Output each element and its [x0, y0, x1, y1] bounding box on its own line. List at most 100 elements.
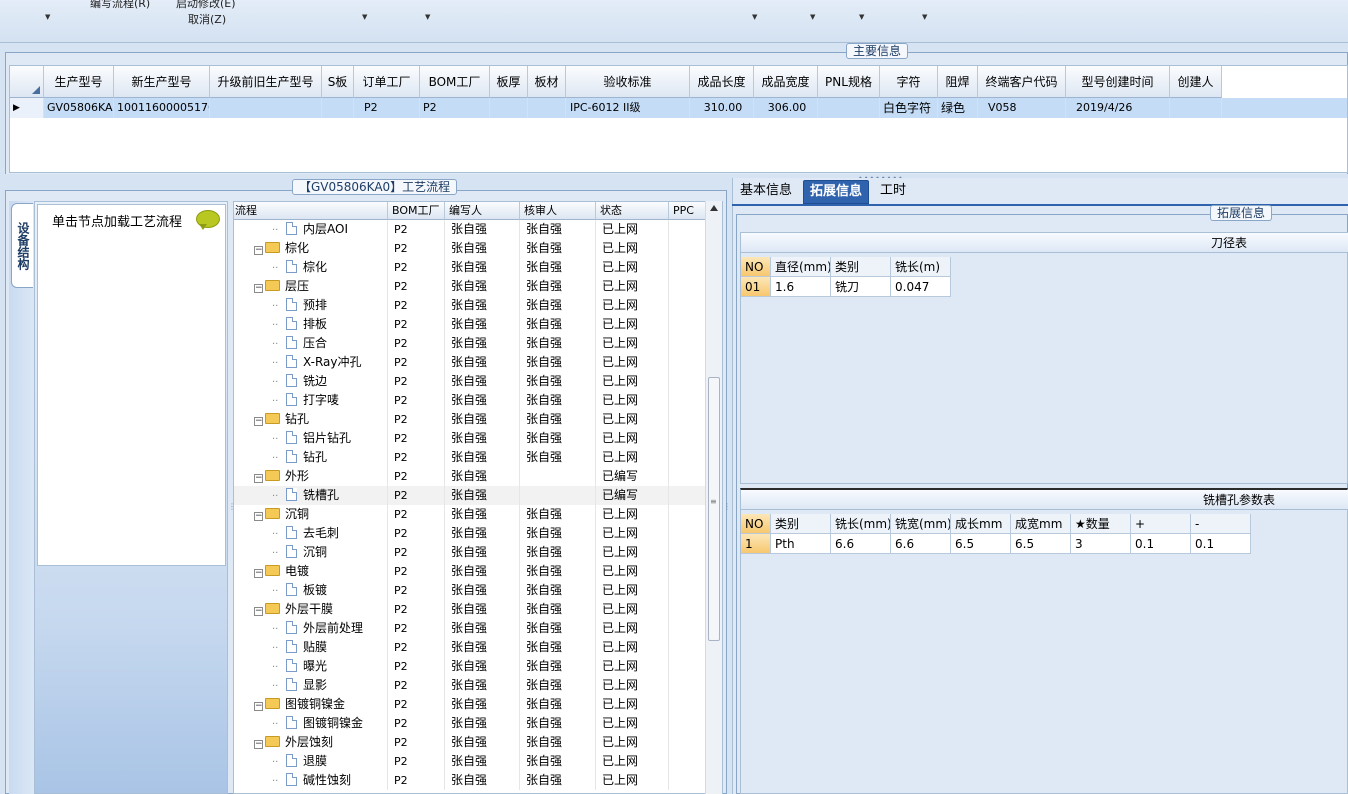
col-header[interactable]: 板材 [528, 66, 566, 98]
bom-cell[interactable]: P2 [388, 505, 445, 524]
writer-cell[interactable]: 张自强 [445, 410, 520, 429]
bom-cell[interactable]: P2 [388, 410, 445, 429]
col-header-ppc[interactable]: PPC [669, 202, 706, 220]
writer-cell[interactable]: 张自强 [445, 391, 520, 410]
cell[interactable]: 铣刀 [831, 277, 891, 297]
status-cell[interactable]: 已上网 [596, 448, 669, 467]
reviewer-cell[interactable]: 张自强 [520, 562, 596, 581]
collapse-icon[interactable]: − [254, 569, 263, 578]
cell[interactable]: 白色字符 [880, 98, 938, 118]
tree-group-node[interactable]: − 外层干膜 P2 张自强 张自强 已上网 [234, 600, 706, 619]
ppc-cell[interactable] [669, 524, 706, 543]
ppc-cell[interactable] [669, 372, 706, 391]
bom-cell[interactable]: P2 [388, 524, 445, 543]
reviewer-cell[interactable]: 张自强 [520, 752, 596, 771]
cell[interactable]: Pth [771, 534, 831, 554]
tree-group-node[interactable]: − 棕化 P2 张自强 张自强 已上网 [234, 239, 706, 258]
process-name-cell[interactable]: ·· 打字唛 [234, 391, 388, 410]
writer-cell[interactable]: 张自强 [445, 467, 520, 486]
process-name-cell[interactable]: ·· 去毛刺 [234, 524, 388, 543]
tree-leaf-node[interactable]: ·· 板镀 P2 张自强 张自强 已上网 [234, 581, 706, 600]
bom-cell[interactable]: P2 [388, 600, 445, 619]
reviewer-cell[interactable]: 张自强 [520, 771, 596, 790]
process-name-cell[interactable]: ·· 板镀 [234, 581, 388, 600]
process-name-cell[interactable]: ·· 曝光 [234, 657, 388, 676]
collapse-icon[interactable]: − [254, 607, 263, 616]
reviewer-cell[interactable]: 张自强 [520, 657, 596, 676]
ppc-cell[interactable] [669, 277, 706, 296]
ppc-cell[interactable] [669, 581, 706, 600]
ppc-cell[interactable] [669, 448, 706, 467]
bom-cell[interactable]: P2 [388, 638, 445, 657]
process-tree[interactable]: 流程 BOM工厂 编写人 核审人 状态 PPC ·· 内层AOI P2 张自强 张自强已… [233, 201, 723, 794]
process-name-cell[interactable]: − 外层蚀刻 [234, 733, 388, 752]
status-cell[interactable]: 已上网 [596, 258, 669, 277]
writer-cell[interactable]: 张自强 [445, 296, 520, 315]
writer-cell[interactable]: 张自强 [445, 600, 520, 619]
writer-cell[interactable]: 张自强 [445, 505, 520, 524]
col-header-reviewer[interactable]: 核审人 [520, 202, 596, 220]
tree-group-node[interactable]: − 电镀 P2 张自强 张自强 已上网 [234, 562, 706, 581]
ppc-cell[interactable] [669, 543, 706, 562]
tree-leaf-node[interactable]: ·· 压合 P2 张自强 张自强 已上网 [234, 334, 706, 353]
bom-cell[interactable]: P2 [388, 315, 445, 334]
cell[interactable]: 0.047 [891, 277, 951, 297]
process-name-cell[interactable]: ·· 内层AOI [234, 220, 388, 239]
col-header[interactable]: 字符 [880, 66, 938, 98]
bom-cell[interactable]: P2 [388, 239, 445, 258]
process-name-cell[interactable]: − 棕化 [234, 239, 388, 258]
ppc-cell[interactable] [669, 562, 706, 581]
cell[interactable]: 310.00 [690, 98, 754, 118]
reviewer-cell[interactable]: 张自强 [520, 296, 596, 315]
tree-leaf-node[interactable]: ·· 预排 P2 张自强 张自强 已上网 [234, 296, 706, 315]
writer-cell[interactable]: 张自强 [445, 638, 520, 657]
col-header-status[interactable]: 状态 [596, 202, 669, 220]
tab-equipment-structure[interactable]: 设备结构 [11, 203, 33, 288]
status-cell[interactable]: 已上网 [596, 676, 669, 695]
collapse-icon[interactable]: − [254, 284, 263, 293]
tree-group-node[interactable]: − 沉铜 P2 张自强 张自强 已上网 [234, 505, 706, 524]
reviewer-cell[interactable]: 张自强 [520, 334, 596, 353]
tree-leaf-node[interactable]: ·· X-Ray冲孔 P2 张自强 张自强 已上网 [234, 353, 706, 372]
tree-leaf-node[interactable]: ·· 沉铜 P2 张自强 张自强 已上网 [234, 543, 706, 562]
tree-leaf-node[interactable]: ·· 铣槽孔 P2 张自强 已编写 [234, 486, 706, 505]
status-cell[interactable]: 已上网 [596, 296, 669, 315]
dropdown-arrow-icon[interactable]: ▼ [425, 13, 430, 21]
reviewer-cell[interactable]: 张自强 [520, 600, 596, 619]
ppc-cell[interactable] [669, 752, 706, 771]
process-name-cell[interactable]: ·· 钻孔 [234, 448, 388, 467]
cell[interactable]: 6.6 [831, 534, 891, 554]
writer-cell[interactable]: 张自强 [445, 581, 520, 600]
reviewer-cell[interactable]: 张自强 [520, 315, 596, 334]
writer-cell[interactable]: 张自强 [445, 543, 520, 562]
dropdown-arrow-icon[interactable]: ▼ [362, 13, 367, 21]
vertical-splitter[interactable]: ⋮⋮ [723, 503, 739, 535]
collapse-icon[interactable]: − [254, 512, 263, 521]
tab-basic-info[interactable]: 基本信息 [734, 180, 798, 204]
process-name-cell[interactable]: − 层压 [234, 277, 388, 296]
status-cell[interactable]: 已上网 [596, 239, 669, 258]
cell[interactable]: 6.5 [951, 534, 1011, 554]
tree-leaf-node[interactable]: ·· 贴膜 P2 张自强 张自强 已上网 [234, 638, 706, 657]
status-cell[interactable]: 已上网 [596, 733, 669, 752]
cell[interactable]: 0.1 [1191, 534, 1251, 554]
reviewer-cell[interactable]: 张自强 [520, 505, 596, 524]
status-cell[interactable]: 已上网 [596, 505, 669, 524]
ppc-cell[interactable] [669, 296, 706, 315]
bom-cell[interactable]: P2 [388, 372, 445, 391]
bom-cell[interactable]: P2 [388, 353, 445, 372]
reviewer-cell[interactable]: 张自强 [520, 410, 596, 429]
start-modify-menu[interactable]: 启动修改(E) [176, 0, 236, 11]
col-header[interactable]: 型号创建时间 [1066, 66, 1170, 98]
writer-cell[interactable]: 张自强 [445, 372, 520, 391]
reviewer-cell[interactable]: 张自强 [520, 391, 596, 410]
status-cell[interactable]: 已编写 [596, 486, 669, 505]
bom-cell[interactable]: P2 [388, 258, 445, 277]
dropdown-arrow-icon[interactable]: ▼ [922, 13, 927, 21]
status-cell[interactable]: 已上网 [596, 315, 669, 334]
status-cell[interactable]: 已上网 [596, 372, 669, 391]
col-header[interactable]: 升级前旧生产型号 [210, 66, 322, 98]
process-name-cell[interactable]: ·· 退膜 [234, 752, 388, 771]
ppc-cell[interactable] [669, 391, 706, 410]
status-cell[interactable]: 已上网 [596, 600, 669, 619]
